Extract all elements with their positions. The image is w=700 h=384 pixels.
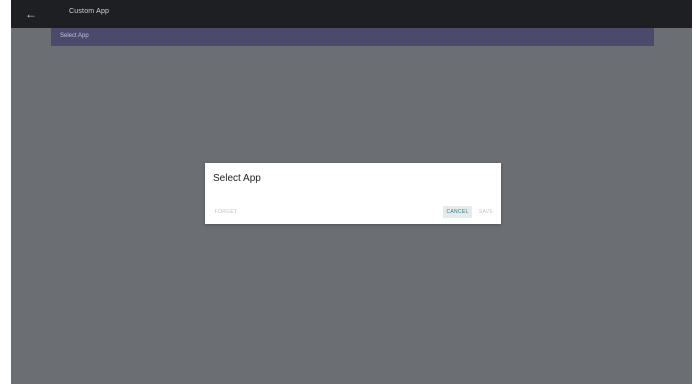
app-screen: ← Custom App Select App Select App FORGE… xyxy=(0,0,700,384)
select-app-list-item[interactable]: Select App xyxy=(51,28,654,46)
app-title: Custom App xyxy=(69,8,110,15)
select-app-dialog: Select App FORGET CANCEL SAVE xyxy=(205,163,501,224)
forget-button[interactable]: FORGET xyxy=(213,206,239,218)
top-app-bar: ← Custom App xyxy=(11,0,692,28)
back-arrow-icon[interactable]: ← xyxy=(22,5,40,23)
select-app-list-item-label: Select App xyxy=(60,33,89,39)
dialog-title: Select App xyxy=(213,173,261,184)
cancel-button[interactable]: CANCEL xyxy=(443,206,472,218)
save-button[interactable]: SAVE xyxy=(478,206,494,218)
